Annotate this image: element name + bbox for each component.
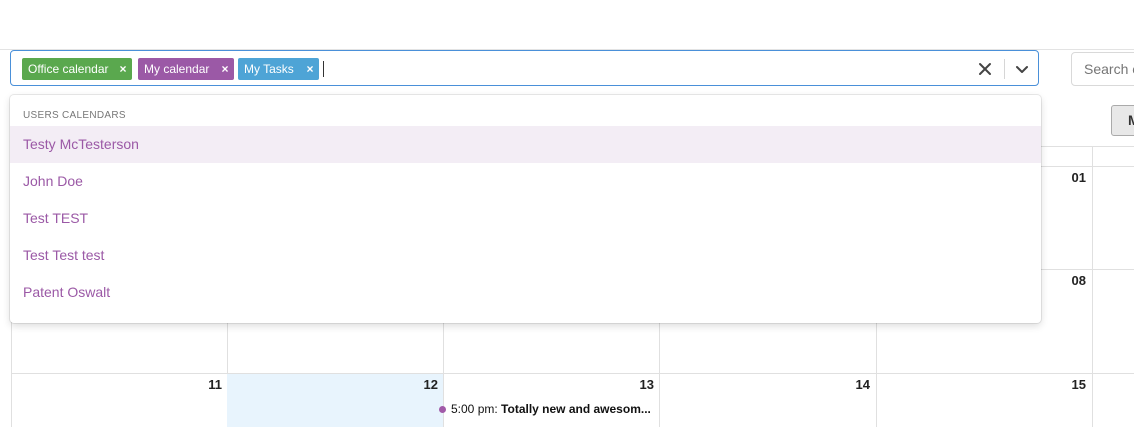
remove-tag-icon[interactable]: × [220, 58, 230, 80]
event-title: Totally new and awesom... [501, 402, 651, 416]
tag-office-calendar: Office calendar × [22, 58, 132, 80]
tag-my-tasks: My Tasks × [238, 58, 319, 80]
view-button[interactable]: M [1111, 105, 1134, 136]
search-input[interactable] [1071, 52, 1134, 86]
day-number: 14 [855, 377, 870, 392]
tag-label: My calendar [144, 62, 210, 76]
chevron-down-icon[interactable] [1013, 60, 1031, 78]
top-bar [0, 0, 1134, 50]
close-icon[interactable] [976, 60, 994, 78]
day-number: 11 [208, 377, 222, 392]
remove-tag-icon[interactable]: × [305, 58, 315, 80]
text-caret [323, 61, 324, 77]
option-test-test-test[interactable]: Test Test test [10, 237, 1041, 274]
event-dot-icon [439, 406, 446, 414]
calendar-event[interactable]: 5:00 pm: Totally new and awesom... [439, 402, 651, 416]
calendar-dropdown-menu: USERS CALENDARS Testy McTesterson John D… [10, 95, 1041, 323]
day-number-today: 12 [423, 377, 438, 392]
group-heading: USERS CALENDARS [23, 110, 126, 121]
tag-label: Office calendar [28, 62, 109, 76]
day-number: 08 [1071, 273, 1086, 288]
day-number: 15 [1071, 377, 1086, 392]
indicator-separator [1004, 59, 1005, 79]
day-number: 13 [639, 377, 654, 392]
option-john-doe[interactable]: John Doe [10, 163, 1041, 200]
remove-tag-icon[interactable]: × [118, 58, 128, 80]
option-patent-oswalt[interactable]: Patent Oswalt [10, 274, 1041, 311]
tag-label: My Tasks [244, 62, 294, 76]
calendar-select[interactable]: Office calendar × My calendar × My Tasks… [10, 50, 1039, 86]
option-testy-mctesterson[interactable]: Testy McTesterson [10, 126, 1041, 163]
day-number: 01 [1071, 170, 1086, 185]
event-time: 5:00 pm: [451, 402, 498, 416]
grid-line [1092, 146, 1093, 427]
grid-line [11, 373, 1134, 374]
tag-my-calendar: My calendar × [138, 58, 234, 80]
option-test-test[interactable]: Test TEST [10, 200, 1041, 237]
